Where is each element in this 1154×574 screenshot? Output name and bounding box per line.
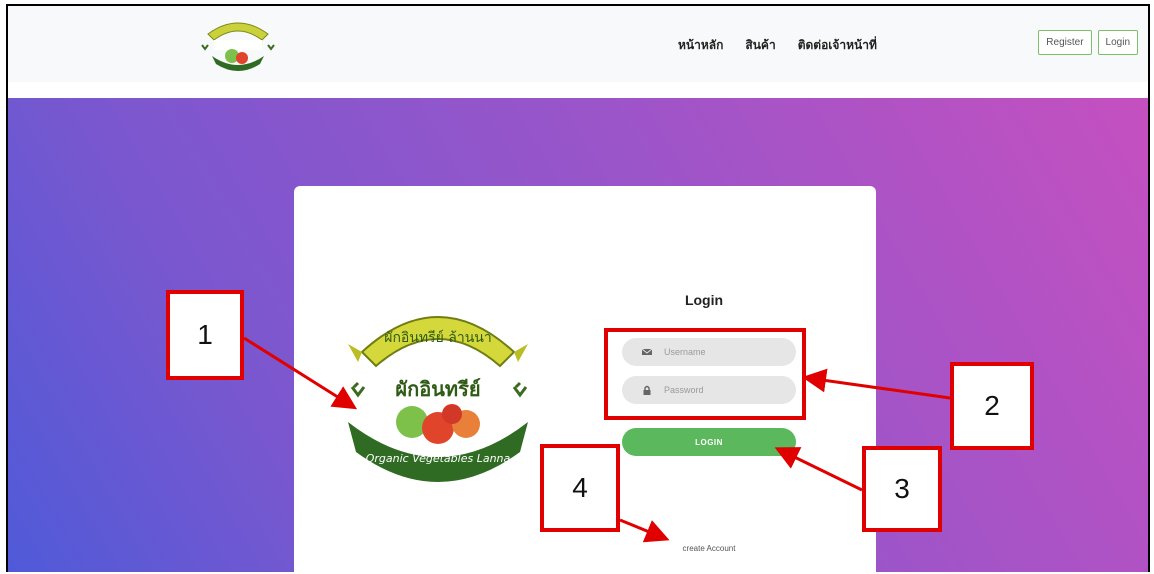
nav-buttons: Register Login: [1038, 30, 1138, 55]
organic-vegetables-logo: ผักอินทรีย์ ล้านนา ผักอินทรีย์ Organic V…: [348, 316, 528, 482]
svg-text:ผักอินทรีย์ ล้านนา: ผักอินทรีย์ ล้านนา: [384, 329, 492, 346]
nav-login-button[interactable]: Login: [1097, 30, 1138, 55]
site-logo[interactable]: [198, 12, 278, 72]
svg-text:ผักอินทรีย์: ผักอินทรีย์: [395, 377, 480, 401]
nav-contact[interactable]: ติดต่อเจ้าหน้าที่: [798, 36, 877, 55]
create-account-link[interactable]: create Account: [644, 544, 774, 553]
callout-4: 4: [540, 444, 620, 532]
highlight-box-credentials: [604, 328, 806, 420]
login-button[interactable]: LOGIN: [622, 428, 796, 456]
browser-frame: หน้าหลัก สินค้า ติดต่อเจ้าหน้าที่ Regist…: [6, 4, 1150, 572]
navbar: หน้าหลัก สินค้า ติดต่อเจ้าหน้าที่ Regist…: [8, 6, 1148, 82]
login-title: Login: [684, 292, 724, 308]
nav-home[interactable]: หน้าหลัก: [678, 36, 723, 55]
svg-text:Organic Vegetables Lanna: Organic Vegetables Lanna: [366, 452, 511, 465]
callout-1: 1: [166, 290, 244, 380]
callout-3: 3: [862, 446, 942, 532]
register-button[interactable]: Register: [1038, 30, 1092, 55]
callout-2: 2: [950, 362, 1034, 450]
nav-links: หน้าหลัก สินค้า ติดต่อเจ้าหน้าที่: [678, 36, 877, 55]
nav-products[interactable]: สินค้า: [745, 36, 775, 55]
